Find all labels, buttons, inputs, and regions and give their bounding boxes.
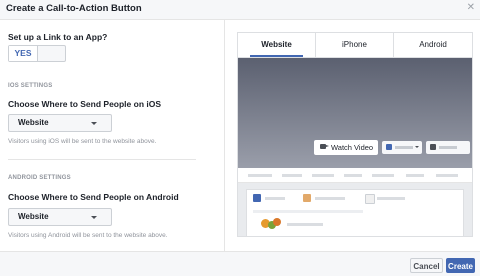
placeholder-bar: [436, 174, 458, 177]
android-helper-text: Visitors using Android will be sent to t…: [8, 232, 168, 239]
placeholder-bar: [439, 146, 457, 149]
dialog: Create a Call-to-Action Button ✕ Set up …: [0, 0, 480, 276]
fruit-image: [273, 218, 281, 226]
chevron-down-icon: [91, 122, 97, 125]
tab-iphone[interactable]: iPhone: [316, 33, 394, 57]
photo-icon: [303, 194, 311, 202]
create-button[interactable]: Create: [446, 258, 475, 273]
ios-section-label: IOS SETTINGS: [8, 83, 53, 89]
link-app-toggle[interactable]: YES: [8, 45, 66, 62]
tab-android[interactable]: Android: [394, 33, 472, 57]
ios-destination-select[interactable]: Website: [8, 114, 112, 132]
android-prompt: Choose Where to Send People on Android: [8, 192, 179, 202]
calendar-icon: [365, 194, 375, 204]
android-select-value: Website: [18, 212, 49, 221]
cancel-button[interactable]: Cancel: [410, 258, 443, 273]
feed-placeholder: [238, 183, 472, 236]
post-composer-placeholder: [246, 189, 464, 236]
watch-video-button[interactable]: Watch Video: [314, 140, 378, 155]
tab-website[interactable]: Website: [238, 33, 316, 57]
placeholder-bar: [312, 174, 334, 177]
chevron-down-icon: [415, 146, 419, 148]
placeholder-bar: [265, 197, 285, 200]
message-icon: [430, 144, 436, 150]
placeholder-bar: [248, 174, 272, 177]
placeholder-bar: [377, 197, 405, 200]
preview-panel: Website iPhone Android Watch Video: [225, 20, 480, 251]
dialog-footer: Cancel Create: [0, 251, 480, 276]
preview-tabs: Website iPhone Android: [238, 33, 472, 58]
toggle-yes[interactable]: YES: [9, 46, 38, 61]
ios-helper-text: Visitors using iOS will be sent to the w…: [8, 138, 157, 145]
placeholder-bar: [287, 223, 323, 226]
message-button-placeholder: [426, 141, 470, 154]
page-nav-placeholder: [238, 168, 472, 183]
like-button-placeholder: [382, 141, 422, 154]
close-icon[interactable]: ✕: [467, 2, 475, 14]
pencil-icon: [253, 194, 261, 202]
link-app-question: Set up a Link to an App?: [8, 32, 108, 42]
chevron-down-icon: [91, 216, 97, 219]
watch-video-label: Watch Video: [331, 143, 374, 152]
thumbs-up-icon: [386, 144, 392, 150]
placeholder-bar: [282, 174, 302, 177]
section-divider: [8, 159, 196, 160]
placeholder-bar: [406, 174, 424, 177]
dialog-title: Create a Call-to-Action Button: [6, 3, 142, 14]
ios-select-value: Website: [18, 118, 49, 127]
dialog-header: Create a Call-to-Action Button ✕: [0, 0, 480, 20]
settings-panel: Set up a Link to an App? YES IOS SETTING…: [0, 20, 224, 251]
placeholder-bar: [344, 174, 362, 177]
placeholder-bar: [372, 174, 394, 177]
android-section-label: ANDROID SETTINGS: [8, 175, 71, 181]
ios-prompt: Choose Where to Send People on iOS: [8, 99, 162, 109]
placeholder-bar: [253, 210, 363, 213]
page-preview: Website iPhone Android Watch Video: [237, 32, 473, 237]
cover-photo: Watch Video: [238, 58, 472, 168]
placeholder-bar: [395, 146, 413, 149]
video-camera-icon: [320, 144, 329, 149]
android-destination-select[interactable]: Website: [8, 208, 112, 226]
placeholder-bar: [315, 197, 345, 200]
